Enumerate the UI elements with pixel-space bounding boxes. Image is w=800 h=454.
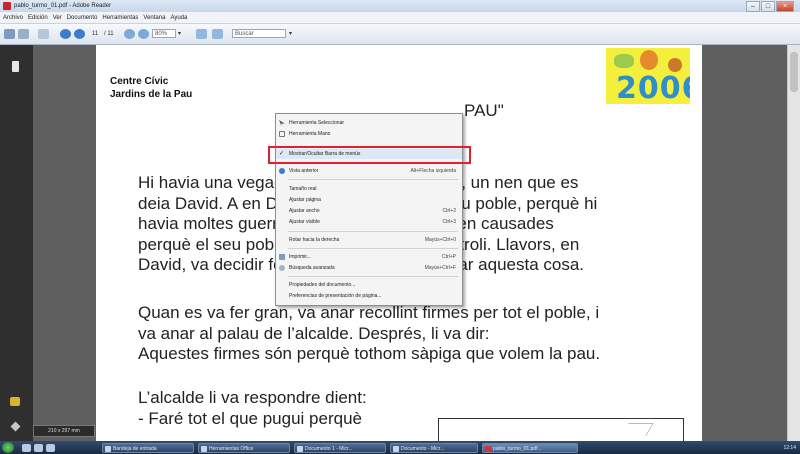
paragraph-2: Quan es va fer gran, va anar recollint f… [138,303,600,365]
menu-edicion[interactable]: Edición [28,12,48,23]
adobe-reader-icon [3,2,11,10]
menu-ayuda[interactable]: Ayuda [170,12,187,23]
logo-figure [640,50,658,70]
menu-bar: Archivo Edición Ver Documento Herramient… [0,12,800,24]
taskbar-task-active[interactable]: pablo_turmo_01.pdf... [482,443,578,453]
minimize-button[interactable]: – [746,1,760,12]
year-logo: 2006 [606,48,690,104]
fit-width-icon[interactable] [212,29,223,39]
menu-item-fit-width[interactable]: Ajustar ancho Ctrl+2 [276,206,462,216]
menu-item-page-display-preferences[interactable]: Preferencias de presentación de página..… [276,291,462,301]
navigation-panel [0,45,33,441]
taskbar-task[interactable]: Documento 1 - Micr... [294,443,386,453]
window-title: pablo_turmo_01.pdf - Adobe Reader [14,3,112,9]
pdf-icon [485,446,491,452]
window-controls: – □ × [746,1,794,12]
menu-item-previous-view[interactable]: Vista anterior Alt+Flecha izquierda [276,166,462,176]
text-line: Quan es va fer gran, va anar recollint f… [138,303,600,322]
next-page-icon[interactable] [74,29,85,39]
taskbar: Bandeja de entrada Herramientas Office D… [0,441,800,454]
zoom-in-icon[interactable] [138,29,149,39]
menu-separator [288,248,458,249]
document-title: PAU" [464,101,504,120]
find-input[interactable]: Buscar [232,29,286,38]
office-icon [201,446,207,452]
word-icon [393,446,399,452]
logo-figure [668,58,682,72]
binoculars-icon [279,265,285,271]
zoom-dropdown-chevron-icon[interactable]: ▾ [178,29,181,39]
pages-panel-icon[interactable] [12,61,19,72]
menu-item-advanced-search[interactable]: Búsqueda avanzada Mayús+Ctrl+F [276,263,462,273]
text-line: va anar al palau de l’alcalde. Després, … [138,323,490,343]
menu-ventana[interactable]: Ventana [143,12,165,23]
vertical-scrollbar[interactable] [787,45,800,441]
menu-item-select-tool[interactable]: Herramienta Seleccionar [276,118,462,128]
menu-item-fit-page[interactable]: Ajustar página [276,195,462,205]
email-icon[interactable] [18,29,29,39]
find-icon[interactable] [38,29,49,39]
organization-name: Centre Cívic Jardins de la Pau [110,75,192,101]
previous-page-icon[interactable] [60,29,71,39]
explorer-icon[interactable] [46,444,55,452]
menu-item-fit-visible[interactable]: Ajustar visible Ctrl+3 [276,217,462,227]
signature-icon[interactable] [10,421,21,432]
hand-tool-icon [279,131,285,137]
menu-herramientas[interactable]: Herramientas [102,12,138,23]
taskbar-task[interactable]: Herramientas Office [198,443,290,453]
zoom-out-icon[interactable] [124,29,135,39]
fit-page-icon[interactable] [196,29,207,39]
paragraph-3: L’alcalde li va respondre dient: - Faré … [138,388,367,429]
text-line: - Faré tot el que pugui perquè [138,408,362,428]
context-menu: Herramienta Seleccionar Herramienta Mano… [275,113,463,306]
menu-archivo[interactable]: Archivo [3,12,23,23]
print-icon[interactable] [4,29,15,39]
page-number-field[interactable]: 11 [92,29,98,39]
page-total: / 11 [104,31,114,37]
menu-separator [288,276,458,277]
text-line: L’alcalde li va respondre dient: [138,388,367,407]
text-line: Aquestes firmes són perquè tothom sàpiga… [138,344,601,363]
find-dropdown-chevron-icon[interactable]: ▾ [289,29,292,39]
previous-view-icon [279,168,285,174]
start-button[interactable] [2,442,14,453]
menu-ver[interactable]: Ver [53,12,62,23]
close-button[interactable]: × [776,1,794,12]
cursor-arrow-icon [279,120,285,126]
menu-item-hand-tool[interactable]: Herramienta Mano [276,129,462,139]
menu-item-print[interactable]: Imprimir... Ctrl+P [276,252,462,262]
maximize-button[interactable]: □ [761,1,775,12]
highlight-annotation [268,146,471,164]
page-size-indicator: 210 x 297 mm [33,425,95,437]
logo-year: 2006 [616,71,690,104]
menu-documento[interactable]: Documento [67,12,98,23]
printer-icon [279,254,285,260]
mail-icon [105,446,111,452]
menu-item-document-properties[interactable]: Propiedades del documento... [276,280,462,290]
sketch-mark [621,423,654,436]
taskbar-task[interactable]: Bandeja de entrada [102,443,194,453]
menu-separator [288,231,458,232]
word-icon [297,446,303,452]
attachments-icon[interactable] [10,397,20,406]
menu-separator [288,179,458,180]
menu-item-actual-size[interactable]: Tamaño real [276,184,462,194]
org-line-1: Centre Cívic [110,76,169,87]
clock: 12:14 [783,445,796,451]
taskbar-task[interactable]: Documento - Micr... [390,443,478,453]
zoom-field[interactable]: 80% [152,29,176,38]
browser-icon[interactable] [34,444,43,452]
logo-figure [614,54,634,68]
show-desktop-icon[interactable] [22,444,31,452]
toolbar: 11 / 11 80% ▾ Buscar ▾ [0,24,800,45]
scrollbar-thumb[interactable] [790,52,798,92]
menu-item-rotate-right[interactable]: Rotar hacia la derecha Mayús+Ctrl+0 [276,235,462,245]
org-line-2: Jardins de la Pau [110,89,193,100]
